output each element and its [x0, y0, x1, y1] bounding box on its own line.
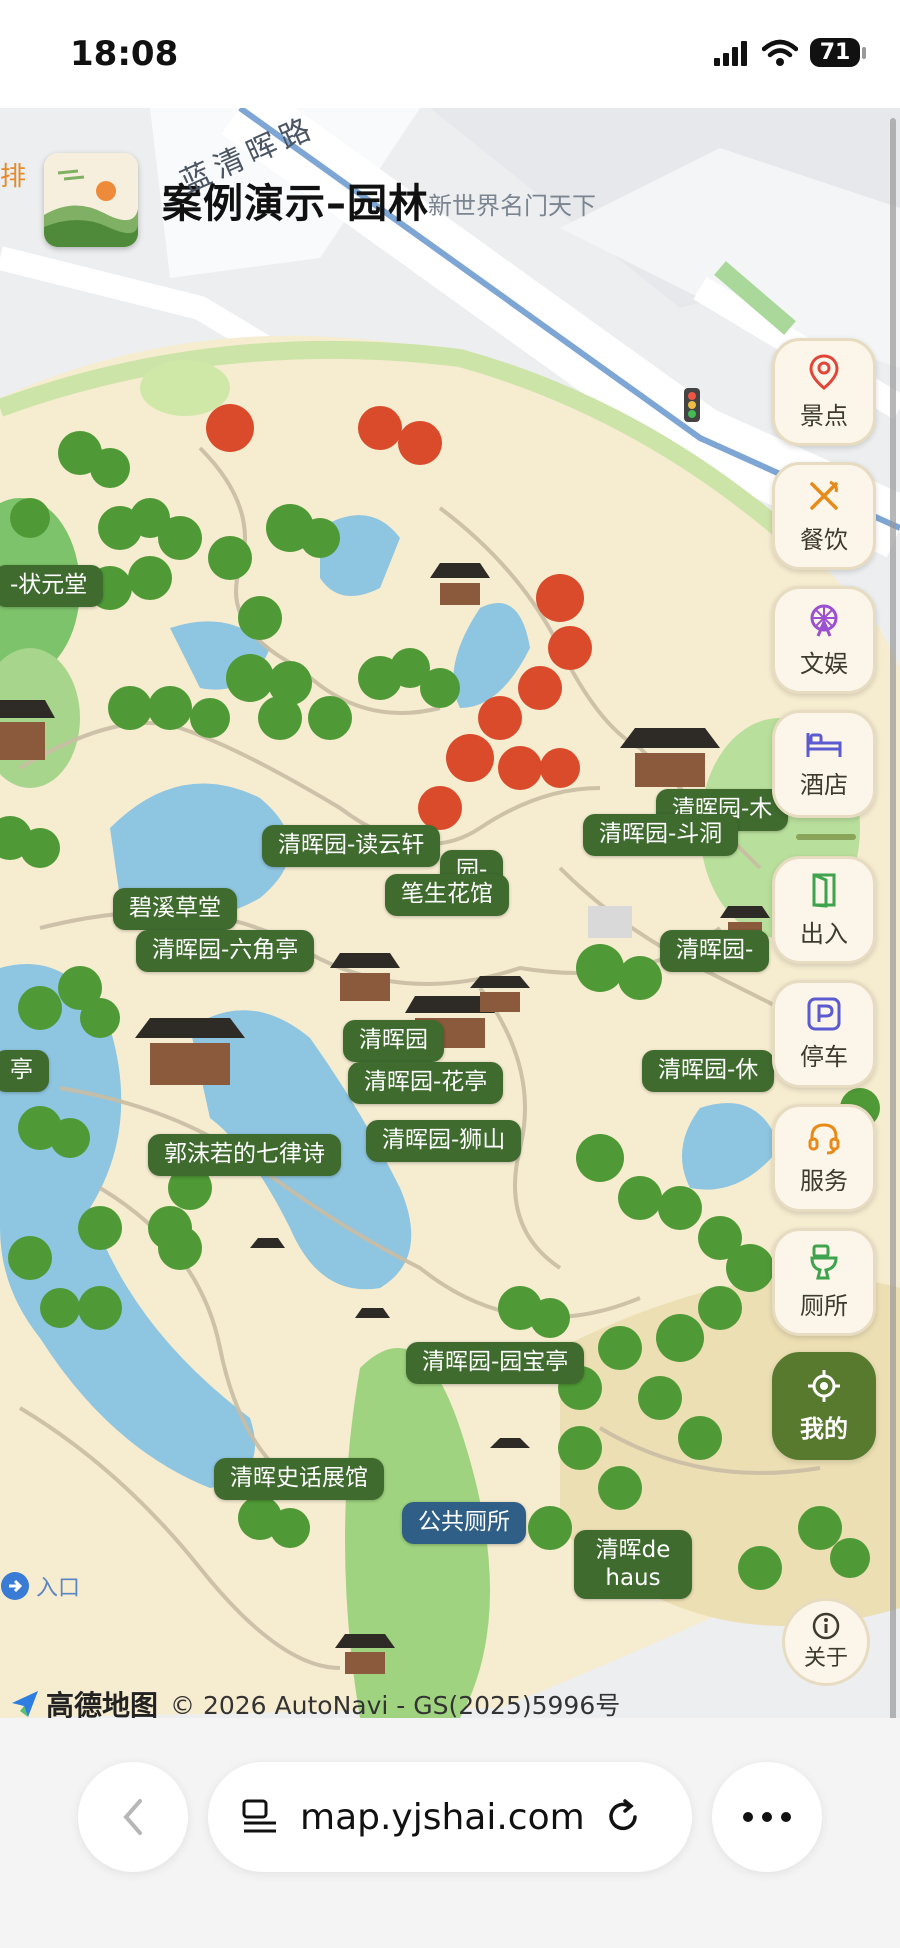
sidebar-item-entertainment[interactable]: 文娱: [772, 586, 876, 694]
poi-label[interactable]: 碧溪草堂: [113, 888, 237, 930]
door-icon: [812, 873, 836, 908]
info-icon: [812, 1612, 840, 1640]
entrance-icon: [1, 1572, 29, 1600]
street-label: 新世界名门天下: [428, 192, 596, 220]
parking-icon: [807, 997, 841, 1030]
sidebar-divider: [796, 834, 856, 840]
poi-label[interactable]: 清晖园-六角亭: [136, 930, 315, 972]
map-canvas[interactable]: 案例演示–园林 新世界名门天下 蓝清晖路 排 -状元堂 清晖园-读云轩 清晖园-…: [0, 108, 900, 1718]
cellular-signal-icon: [714, 40, 747, 66]
battery-indicator: 71: [810, 38, 866, 67]
poi-label[interactable]: -状元堂: [0, 565, 104, 607]
location-pin-icon: [809, 353, 839, 390]
amap-brand: 高德地图: [46, 1689, 159, 1718]
edge-text: 排: [0, 162, 27, 192]
more-options-button[interactable]: [712, 1762, 822, 1872]
sidebar-item-attractions[interactable]: 景点: [772, 338, 876, 446]
sidebar-item-parking[interactable]: 停车: [772, 980, 876, 1088]
map-attribution: 高德地图 © 2026 AutoNavi - GS(2025)5996号: [10, 1684, 620, 1718]
sidebar-item-label: 餐饮: [800, 525, 848, 554]
bed-icon: [806, 732, 842, 757]
sidebar-item-label: 我的: [800, 1414, 848, 1443]
sidebar-item-service[interactable]: 服务: [772, 1104, 876, 1212]
url-text: map.yjshai.com: [300, 1796, 585, 1838]
status-bar: 18:08 71: [0, 0, 900, 108]
entrance-label: 入口: [36, 1576, 81, 1601]
sidebar-item-label: 停车: [800, 1042, 848, 1071]
headset-icon: [808, 1122, 840, 1154]
poi-label[interactable]: 亭: [0, 1050, 49, 1092]
status-icons: 71: [714, 38, 866, 67]
poi-label[interactable]: 清晖史话展馆: [214, 1458, 384, 1500]
about-label: 关于: [803, 1646, 848, 1671]
copyright-text: © 2026 AutoNavi - GS(2025)5996号: [170, 1691, 621, 1718]
page-scrollbar[interactable]: [890, 118, 896, 1718]
ferris-wheel-icon: [810, 604, 838, 637]
sidebar-item-label: 景点: [800, 401, 848, 430]
poi-label[interactable]: 清晖园: [343, 1020, 444, 1062]
wifi-icon: [762, 39, 798, 66]
poi-label[interactable]: 笔生花馆: [385, 874, 509, 916]
about-button[interactable]: 关于: [782, 1598, 870, 1686]
sidebar-item-label: 文娱: [800, 649, 848, 678]
reload-icon[interactable]: [603, 1797, 643, 1837]
poi-label-restroom[interactable]: 公共厕所: [402, 1502, 526, 1544]
browser-toolbar: map.yjshai.com: [0, 1718, 900, 1948]
sidebar-item-restroom[interactable]: 厕所: [772, 1228, 876, 1336]
status-time: 18:08: [70, 34, 179, 74]
amap-arrow-icon: [12, 1691, 38, 1717]
sidebar-item-label: 酒店: [800, 770, 848, 799]
sidebar-item-mine[interactable]: 我的: [772, 1352, 876, 1460]
poi-label[interactable]: 清晖园-花亭: [348, 1062, 504, 1104]
entrance-marker[interactable]: 入口: [0, 1570, 80, 1602]
sidebar-item-hotel[interactable]: 酒店: [772, 710, 876, 818]
poi-label[interactable]: 清晖园-园宝亭: [406, 1342, 585, 1384]
amap-logo: 高德地图: [10, 1684, 158, 1718]
sidebar-item-label: 出入: [800, 919, 848, 948]
fork-knife-icon: [810, 480, 838, 510]
poi-label[interactable]: 清晖de haus: [574, 1530, 692, 1600]
app-logo: [44, 153, 138, 247]
chevron-left-icon: [123, 1799, 142, 1835]
traffic-light-icon: [684, 388, 700, 422]
poi-label[interactable]: 郭沫若的七律诗: [148, 1134, 341, 1176]
back-button[interactable]: [78, 1762, 188, 1872]
poi-label[interactable]: 清晖园-: [660, 930, 770, 972]
address-bar[interactable]: map.yjshai.com: [208, 1762, 692, 1872]
poi-label[interactable]: 清晖园-狮山: [366, 1120, 522, 1162]
sidebar-item-label: 厕所: [800, 1291, 848, 1320]
category-sidebar: 景点 餐饮 文娱 酒店 出入 停车 服务 厕所 我的: [772, 338, 880, 1476]
sidebar-item-entrance-exit[interactable]: 出入: [772, 856, 876, 964]
poi-label[interactable]: 清晖园-读云轩: [262, 825, 441, 867]
sidebar-item-label: 服务: [800, 1166, 848, 1195]
page-menu-icon[interactable]: [238, 1797, 282, 1837]
toilet-icon: [810, 1244, 838, 1279]
poi-label[interactable]: 清晖园-休: [642, 1050, 775, 1092]
poi-label[interactable]: 清晖园-斗洞: [583, 814, 739, 856]
locate-icon: [808, 1369, 840, 1402]
sidebar-item-dining[interactable]: 餐饮: [772, 462, 876, 570]
ellipsis-icon: [743, 1812, 791, 1822]
